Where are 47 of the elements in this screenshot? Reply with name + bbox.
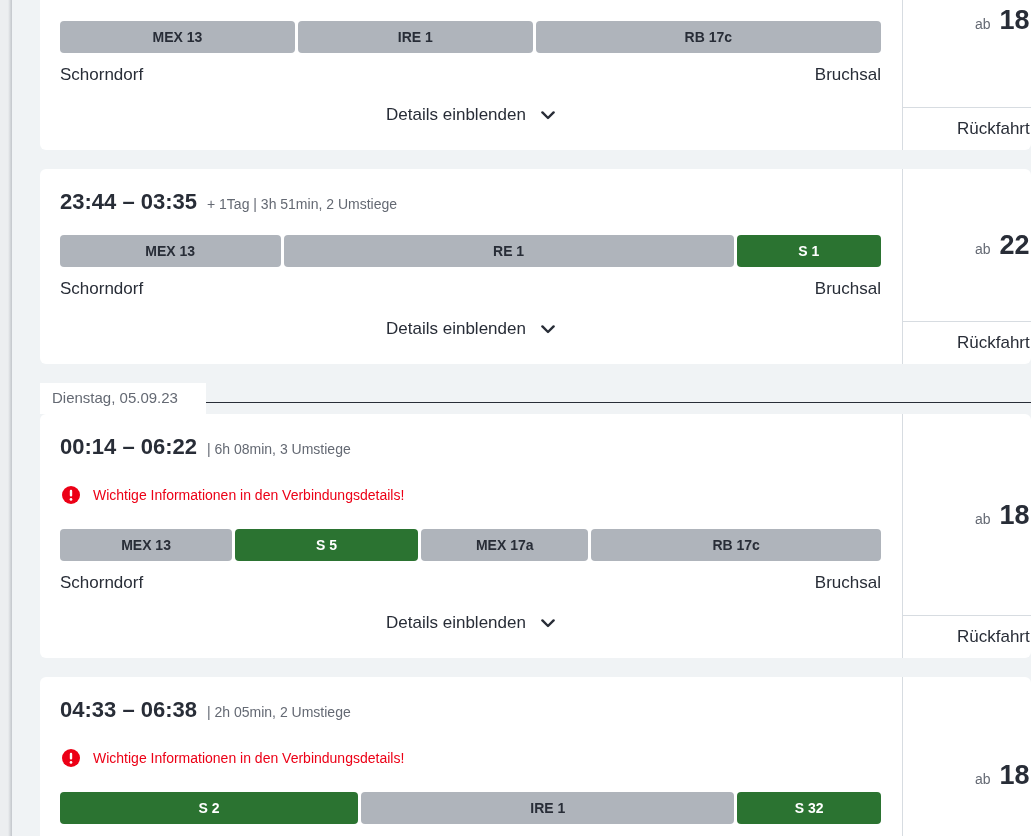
price-amount: 18 — [999, 4, 1030, 36]
chevron-down-icon — [540, 618, 555, 628]
exclamation-circle-icon — [62, 486, 80, 504]
train-segment: MEX 13 — [60, 529, 233, 561]
train-segment: RB 17c — [591, 529, 881, 561]
destination-station: Bruchsal — [814, 572, 881, 594]
train-segment: MEX 13 — [60, 235, 281, 267]
train-segment: S 32 — [737, 792, 881, 824]
chevron-down-icon — [540, 324, 555, 334]
return-trip-button[interactable]: Rückfahrt — [957, 332, 1030, 354]
time-range: 00:14 – 06:22 — [60, 434, 197, 460]
train-segment: S 2 — [60, 792, 359, 824]
price-prefix: ab — [975, 770, 991, 787]
train-segment: MEX 13 — [60, 21, 295, 53]
trip-info: | 6h 08min, 3 Umstiege — [207, 441, 351, 457]
train-segment: MEX 17a — [421, 529, 589, 561]
time-range: 04:33 – 06:38 — [60, 697, 197, 723]
warning-message: Wichtige Informationen in den Verbindungsdetails! — [93, 487, 405, 503]
train-segment: S 5 — [235, 529, 419, 561]
train-segment: RE 1 — [283, 235, 734, 267]
return-trip-button[interactable]: Rückfahrt — [957, 118, 1030, 140]
train-segment: IRE 1 — [361, 792, 735, 824]
chevron-down-icon — [540, 110, 555, 120]
train-segment: RB 17c — [535, 21, 881, 53]
origin-station: Schorndorf — [60, 572, 144, 594]
warning-message: Wichtige Informationen in den Verbindungsdetails! — [93, 750, 405, 766]
price-prefix: ab — [975, 510, 991, 527]
destination-station: Bruchsal — [814, 64, 881, 86]
origin-station: Schorndorf — [60, 64, 144, 86]
details-toggle-button[interactable]: Details einblenden — [386, 318, 555, 340]
time-range: 23:44 – 03:35 — [60, 189, 197, 215]
price-amount: 18 — [999, 758, 1030, 791]
details-toggle-button[interactable]: Details einblenden — [386, 104, 555, 126]
trip-info: | 2h 05min, 2 Umstiege — [207, 704, 351, 720]
price-prefix: ab — [975, 16, 991, 32]
date-label: Dienstag, 05.09.23 — [40, 383, 206, 414]
destination-station: Bruchsal — [814, 278, 881, 300]
return-trip-button[interactable]: Rückfahrt — [957, 626, 1030, 648]
details-toggle-button[interactable]: Details einblenden — [386, 612, 555, 634]
exclamation-circle-icon — [62, 749, 80, 767]
origin-station: Schorndorf — [60, 278, 144, 300]
price-amount: 18 — [999, 498, 1030, 531]
trip-info: + 1Tag | 3h 51min, 2 Umstiege — [207, 196, 398, 212]
price-prefix: ab — [975, 241, 991, 257]
price-amount: 22 — [999, 229, 1030, 261]
train-segment: S 1 — [736, 235, 881, 267]
train-segment: IRE 1 — [297, 21, 533, 53]
